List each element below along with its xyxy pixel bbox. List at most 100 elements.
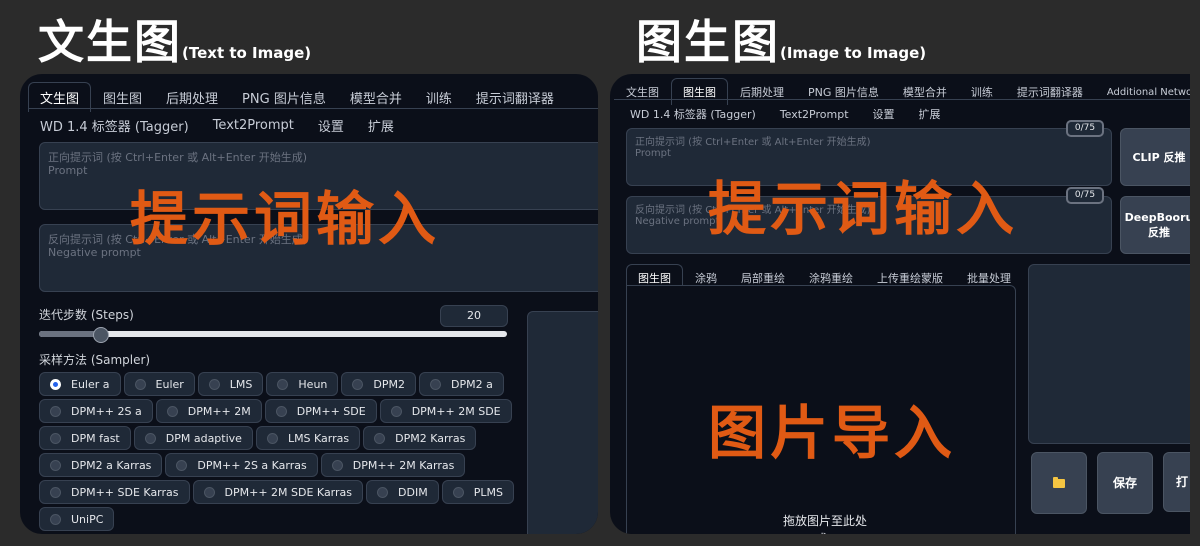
radio-dot-icon [275, 405, 287, 417]
prompt-input-annotation: 提示词输入 [130, 185, 441, 253]
heading-subtitle: (Text to Image) [182, 44, 312, 62]
sampler-option[interactable]: DPM++ SDE Karras [39, 480, 190, 504]
main-tab-bar-row2: WD 1.4 标签器 (Tagger) Text2Prompt 设置 扩展 [618, 100, 953, 127]
tab-extensions[interactable]: 扩展 [907, 100, 953, 127]
sampler-option-label: DPM2 [373, 377, 405, 391]
steps-number-input[interactable]: 20 [440, 305, 508, 327]
sampler-option[interactable]: DPM++ 2M SDE Karras [192, 480, 364, 504]
sampler-option-label: UniPC [71, 512, 104, 526]
radio-dot-icon [176, 459, 188, 471]
sampler-option[interactable]: DPM++ 2M [155, 399, 262, 423]
text-to-image-heading: 文生图(Text to Image) [38, 6, 311, 72]
heading-subtitle: (Image to Image) [780, 44, 927, 62]
sampler-option-label: LMS [229, 377, 253, 391]
tab-prompt-translator[interactable]: 提示词翻译器 [1005, 78, 1095, 105]
sampler-option[interactable]: DPM2 a [418, 372, 504, 396]
sampler-option[interactable]: DPM++ 2M Karras [320, 453, 466, 477]
tab-tagger[interactable]: WD 1.4 标签器 (Tagger) [618, 100, 768, 127]
sampler-option-label: DPM++ SDE [296, 404, 366, 418]
sampler-option[interactable]: DPM fast [39, 426, 131, 450]
save-button[interactable]: 保存 [1097, 452, 1153, 514]
placeholder-text: 正向提示词 (按 Ctrl+Enter 或 Alt+Enter 开始生成) [635, 137, 871, 148]
steps-slider[interactable] [39, 331, 507, 337]
radio-dot-icon [203, 486, 215, 498]
img2img-screenshot-panel: 文生图 图生图 后期处理 PNG 图片信息 模型合并 训练 提示词翻译器 Add… [610, 74, 1190, 534]
sampler-row: UniPC [39, 507, 115, 531]
deepbooru-interrogate-button[interactable]: DeepBooru 反推 [1120, 196, 1190, 254]
negative-prompt-token-counter: 0/75 [1066, 187, 1104, 204]
tab-settings[interactable]: 设置 [861, 100, 907, 127]
tab-train[interactable]: 训练 [959, 78, 1005, 105]
radio-dot-icon [277, 378, 289, 390]
tab-extensions[interactable]: 扩展 [356, 110, 406, 140]
open-folder-button[interactable] [1031, 452, 1087, 514]
radio-dot-icon [374, 432, 386, 444]
tab-divider [28, 108, 598, 109]
sampler-row: DPM2 a Karras DPM++ 2S a Karras DPM++ 2M K… [39, 453, 466, 477]
sampler-option-label: DPM fast [71, 431, 120, 445]
clip-interrogate-button[interactable]: CLIP 反推 [1120, 128, 1190, 186]
radio-dot-icon [50, 378, 61, 390]
radio-dot-icon [50, 405, 61, 417]
tab-tagger[interactable]: WD 1.4 标签器 (Tagger) [28, 110, 201, 140]
radio-dot-icon [50, 486, 61, 498]
sampler-option[interactable]: LMS Karras [255, 426, 361, 450]
prompt-input-annotation: 提示词输入 [708, 175, 1019, 243]
sampler-option-label: DPM2 a [450, 377, 493, 391]
sampler-row: DPM++ SDE Karras DPM++ 2M SDE Karras DDIM P… [39, 480, 514, 504]
sampler-option-label: DPM++ 2M [187, 404, 251, 418]
sampler-option[interactable]: LMS [197, 372, 264, 396]
sampler-option[interactable]: DPM2 [341, 372, 416, 396]
sampler-row: Euler a Euler LMS Heun DPM2 DPM2 a [39, 372, 504, 396]
steps-slider-fill [39, 331, 100, 337]
radio-dot-icon [377, 486, 389, 498]
sampler-option[interactable]: DPM2 Karras [363, 426, 477, 450]
sampler-option-label: DPM++ 2S a Karras [197, 458, 307, 472]
sampler-option-label: DPM++ 2S a [71, 404, 142, 418]
sampler-option-label: DPM2 Karras [395, 431, 466, 445]
prompt-token-counter: 0/75 [1066, 120, 1104, 137]
radio-dot-icon [134, 378, 146, 390]
tab-settings[interactable]: 设置 [306, 110, 356, 140]
sampler-option-label: LMS Karras [287, 431, 350, 445]
sampler-option-label: Euler [155, 377, 184, 391]
radio-dot-icon [208, 378, 220, 390]
sampler-option-label: DPM2 a Karras [71, 458, 152, 472]
image-to-image-heading: 图生图(Image to Image) [636, 6, 926, 72]
sampler-option[interactable]: DPM++ SDE [264, 399, 377, 423]
sampler-row: DPM++ 2S a DPM++ 2M DPM++ SDE DPM++ 2M SDE [39, 399, 512, 423]
sampler-option[interactable]: Heun [266, 372, 339, 396]
sampler-option-label: Heun [298, 377, 328, 391]
tab-text2prompt[interactable]: Text2Prompt [768, 102, 861, 126]
sampler-option-label: Euler a [71, 377, 110, 391]
sampler-option-label: DPM++ 2M SDE [411, 404, 501, 418]
radio-dot-icon [390, 405, 402, 417]
tab-text2prompt[interactable]: Text2Prompt [201, 112, 306, 138]
sampler-option[interactable]: DPM++ 2M SDE [379, 399, 512, 423]
button-label-line2: 反推 [1148, 226, 1170, 239]
radio-dot-icon [331, 459, 343, 471]
sampler-option-label: DPM++ SDE Karras [71, 485, 179, 499]
radio-dot-icon [50, 513, 61, 525]
sampler-option[interactable]: Euler a [39, 372, 121, 396]
sampler-option-label: PLMS [473, 485, 503, 499]
sampler-option[interactable]: DPM2 a Karras [39, 453, 163, 477]
sampler-option-label: DDIM [398, 485, 428, 499]
steps-label: 迭代步数 (Steps) [39, 308, 134, 322]
sampler-option[interactable]: DPM++ 2S a [39, 399, 153, 423]
radio-dot-icon [50, 432, 61, 444]
sampler-option[interactable]: UniPC [39, 507, 115, 531]
steps-slider-thumb[interactable] [92, 327, 109, 343]
sampler-option-label: DPM adaptive [165, 431, 242, 445]
sampler-option[interactable]: Euler [123, 372, 195, 396]
send-to-button[interactable]: 打 [1163, 452, 1190, 512]
radio-dot-icon [166, 405, 178, 417]
drop-zone-or-text: 或 [815, 530, 827, 534]
sampler-option[interactable]: DDIM [366, 480, 439, 504]
radio-dot-icon [452, 486, 464, 498]
heading-title: 图生图 [636, 15, 780, 69]
sampler-option[interactable]: PLMS [441, 480, 514, 504]
sampler-option[interactable]: DPM adaptive [133, 426, 253, 450]
sampler-option[interactable]: DPM++ 2S a Karras [165, 453, 318, 477]
radio-dot-icon [50, 459, 61, 471]
